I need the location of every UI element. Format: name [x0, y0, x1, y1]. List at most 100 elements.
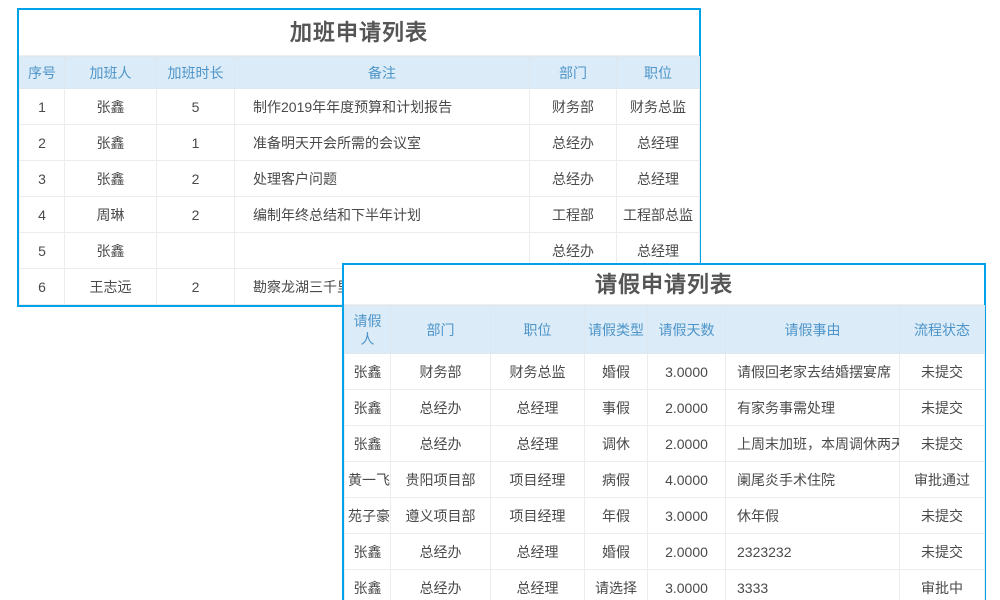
table-cell: 处理客户问题	[235, 161, 530, 197]
table-cell: 财务部	[391, 354, 491, 390]
leave-header-row: 请假人 部门 职位 请假类型 请假天数 请假事由 流程状态	[345, 306, 985, 354]
table-cell: 总经理	[617, 125, 700, 161]
person-link[interactable]: 张鑫	[65, 161, 157, 197]
table-cell: 2	[20, 125, 65, 161]
table-cell: 2323232	[726, 534, 900, 570]
table-cell: 5	[20, 233, 65, 269]
table-row: 1张鑫5制作2019年年度预算和计划报告财务部财务总监	[20, 89, 700, 125]
column-header-overtime-person: 加班人	[65, 57, 157, 89]
table-row: 张鑫总经办总经理调休2.0000上周末加班，本周调休两天未提交	[345, 426, 985, 462]
table-cell: 财务总监	[617, 89, 700, 125]
table-cell: 调休	[585, 426, 648, 462]
table-cell: 未提交	[900, 390, 985, 426]
table-cell: 审批通过	[900, 462, 985, 498]
person-link[interactable]: 张鑫	[345, 426, 391, 462]
column-header-position: 职位	[491, 306, 585, 354]
table-cell: 婚假	[585, 534, 648, 570]
table-cell: 总经办	[391, 534, 491, 570]
person-link[interactable]: 王志远	[65, 269, 157, 305]
table-row: 3张鑫2处理客户问题总经办总经理	[20, 161, 700, 197]
table-cell: 请假回老家去结婚摆宴席	[726, 354, 900, 390]
column-header-leave-type: 请假类型	[585, 306, 648, 354]
table-cell: 总经办	[530, 125, 617, 161]
table-cell: 3.0000	[648, 498, 726, 534]
column-header-flow-status: 流程状态	[900, 306, 985, 354]
table-cell: 4.0000	[648, 462, 726, 498]
person-link[interactable]: 张鑫	[345, 570, 391, 600]
table-cell: 2	[157, 269, 235, 305]
person-link[interactable]: 张鑫	[345, 390, 391, 426]
table-cell: 总经办	[530, 161, 617, 197]
table-cell	[157, 233, 235, 269]
table-cell: 3.0000	[648, 570, 726, 600]
person-link[interactable]: 苑子豪	[345, 498, 391, 534]
table-cell: 工程部总监	[617, 197, 700, 233]
table-cell: 上周末加班，本周调休两天	[726, 426, 900, 462]
table-cell: 3333	[726, 570, 900, 600]
table-row: 张鑫总经办总经理事假2.0000有家务事需处理未提交	[345, 390, 985, 426]
table-cell: 2.0000	[648, 426, 726, 462]
table-cell: 阑尾炎手术住院	[726, 462, 900, 498]
person-link[interactable]: 黄一飞	[345, 462, 391, 498]
table-cell: 总经理	[491, 390, 585, 426]
table-row: 苑子豪遵义项目部项目经理年假3.0000休年假未提交	[345, 498, 985, 534]
column-header-remark: 备注	[235, 57, 530, 89]
column-header-department: 部门	[391, 306, 491, 354]
table-cell: 3	[20, 161, 65, 197]
table-row: 张鑫财务部财务总监婚假3.0000请假回老家去结婚摆宴席未提交	[345, 354, 985, 390]
table-row: 4周琳2编制年终总结和下半年计划工程部工程部总监	[20, 197, 700, 233]
table-cell: 准备明天开会所需的会议室	[235, 125, 530, 161]
person-link[interactable]: 张鑫	[345, 534, 391, 570]
table-cell: 有家务事需处理	[726, 390, 900, 426]
table-cell: 制作2019年年度预算和计划报告	[235, 89, 530, 125]
table-cell: 总经办	[391, 570, 491, 600]
person-link[interactable]: 张鑫	[65, 233, 157, 269]
table-cell: 请选择	[585, 570, 648, 600]
page: 加班申请列表 序号 加班人 加班时长 备注 部门 职位 1张鑫5制作2019年年…	[0, 0, 1000, 600]
person-link[interactable]: 张鑫	[65, 89, 157, 125]
person-link[interactable]: 周琳	[65, 197, 157, 233]
column-header-leave-reason: 请假事由	[726, 306, 900, 354]
table-cell: 未提交	[900, 534, 985, 570]
leave-table-body: 张鑫财务部财务总监婚假3.0000请假回老家去结婚摆宴席未提交张鑫总经办总经理事…	[345, 354, 985, 600]
table-cell: 未提交	[900, 354, 985, 390]
table-cell: 2.0000	[648, 390, 726, 426]
table-cell: 2	[157, 161, 235, 197]
table-cell: 总经理	[491, 534, 585, 570]
column-header-position: 职位	[617, 57, 700, 89]
table-cell: 未提交	[900, 498, 985, 534]
table-cell: 2.0000	[648, 534, 726, 570]
table-cell: 财务总监	[491, 354, 585, 390]
table-row: 黄一飞贵阳项目部项目经理病假4.0000阑尾炎手术住院审批通过	[345, 462, 985, 498]
leave-table-panel: 请假申请列表 请假人 部门 职位 请假类型 请假天数 请假事由 流程状态 张鑫财…	[342, 263, 986, 600]
overtime-table-title: 加班申请列表	[19, 10, 699, 56]
leave-table-title: 请假申请列表	[344, 265, 984, 305]
table-cell: 5	[157, 89, 235, 125]
table-cell: 编制年终总结和下半年计划	[235, 197, 530, 233]
person-link[interactable]: 张鑫	[345, 354, 391, 390]
table-cell: 1	[20, 89, 65, 125]
table-row: 2张鑫1准备明天开会所需的会议室总经办总经理	[20, 125, 700, 161]
person-link[interactable]: 张鑫	[65, 125, 157, 161]
table-cell: 总经办	[391, 390, 491, 426]
table-cell: 年假	[585, 498, 648, 534]
table-cell: 项目经理	[491, 498, 585, 534]
table-cell: 财务部	[530, 89, 617, 125]
table-cell: 审批中	[900, 570, 985, 600]
table-cell: 事假	[585, 390, 648, 426]
table-cell: 遵义项目部	[391, 498, 491, 534]
table-row: 张鑫总经办总经理婚假2.00002323232未提交	[345, 534, 985, 570]
table-cell: 婚假	[585, 354, 648, 390]
overtime-header-row: 序号 加班人 加班时长 备注 部门 职位	[20, 57, 700, 89]
column-header-department: 部门	[530, 57, 617, 89]
table-cell: 2	[157, 197, 235, 233]
table-cell: 休年假	[726, 498, 900, 534]
table-cell: 4	[20, 197, 65, 233]
table-cell: 贵阳项目部	[391, 462, 491, 498]
table-cell: 总经理	[491, 570, 585, 600]
leave-table: 请假人 部门 职位 请假类型 请假天数 请假事由 流程状态 张鑫财务部财务总监婚…	[344, 305, 985, 600]
table-cell: 工程部	[530, 197, 617, 233]
table-cell: 6	[20, 269, 65, 305]
column-header-seq: 序号	[20, 57, 65, 89]
column-header-leave-days: 请假天数	[648, 306, 726, 354]
